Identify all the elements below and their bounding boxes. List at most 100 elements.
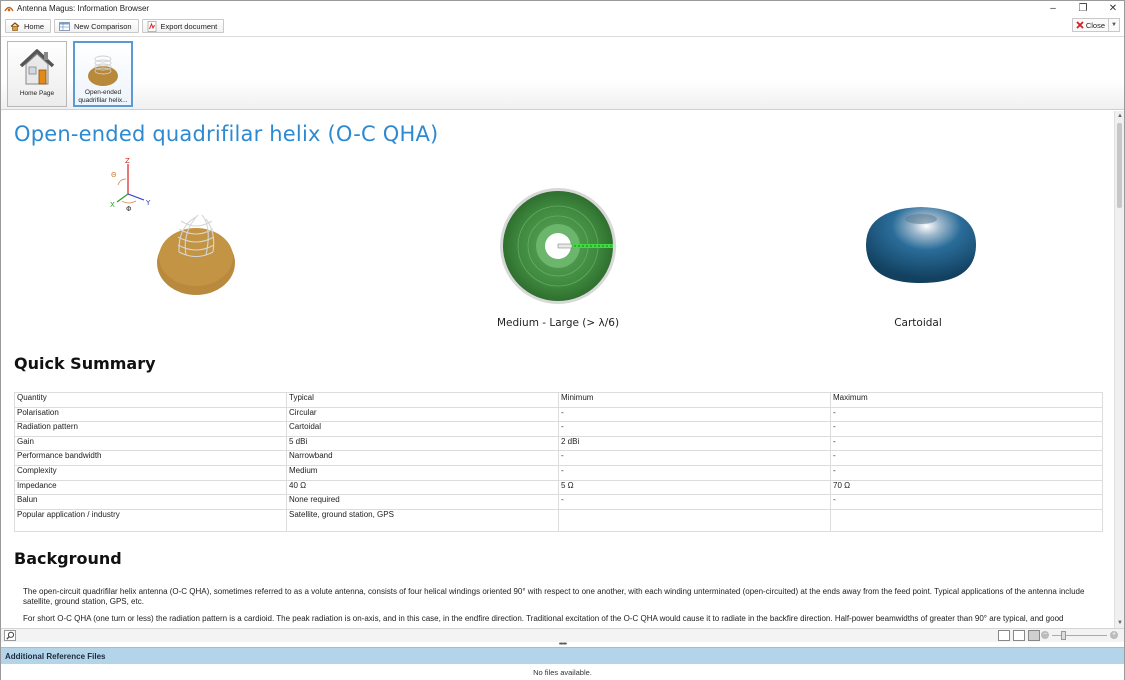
scroll-down-arrow-icon[interactable]: ▼	[1115, 618, 1125, 628]
table-cell: Balun	[14, 494, 287, 510]
tab-helix-label: Open-ended quadrifilar helix...	[78, 89, 128, 104]
table-cell: None required	[286, 494, 559, 510]
red-x-icon	[1076, 21, 1084, 29]
app-window: Antenna Magus: Information Browser – ❐ ✕…	[0, 0, 1125, 680]
export-document-button[interactable]: Export document	[141, 19, 225, 33]
close-dropdown-arrow-icon[interactable]: ▼	[1109, 19, 1119, 31]
z-axis-label: Z	[125, 157, 130, 165]
table-header-row: Quantity Typical Minimum Maximum	[14, 392, 1103, 408]
zoom-in-icon[interactable]: +	[1110, 631, 1118, 639]
single-page-view-icon[interactable]	[998, 630, 1010, 641]
table-cell: Gain	[14, 435, 287, 452]
table-row: Gain 5 dBi 2 dBi -	[14, 435, 1103, 452]
y-axis-label: Y	[145, 199, 151, 207]
table-cell: 5 Ω	[558, 479, 831, 496]
table-cell: -	[830, 421, 1103, 437]
find-button[interactable]	[4, 630, 16, 641]
table-cell: Radiation pattern	[14, 421, 287, 437]
table-cell: Narrowband	[286, 450, 559, 466]
size-caption: Medium - Large (> λ/6)	[496, 317, 620, 329]
table-header-cell: Minimum	[558, 392, 831, 408]
coordinate-axes-icon: Z Θ X Y Φ	[110, 157, 235, 295]
title-bar: Antenna Magus: Information Browser – ❐ ✕	[1, 1, 1124, 16]
table-row: Polarisation Circular - -	[14, 406, 1103, 423]
helix-model-icon	[157, 214, 235, 295]
table-cell: 5 dBi	[286, 435, 559, 452]
reference-files-header[interactable]: Additional Reference Files	[1, 647, 1124, 664]
table-cell: Medium	[286, 464, 559, 481]
antenna-size-figure	[498, 186, 618, 306]
table-cell: -	[830, 406, 1103, 423]
close-document-label: Close	[1085, 20, 1105, 30]
zoom-out-icon[interactable]: −	[1041, 631, 1049, 639]
antenna-geometry-figure: Z Θ X Y Φ	[106, 157, 256, 302]
window-title: Antenna Magus: Information Browser	[17, 4, 150, 13]
house-icon	[17, 46, 57, 88]
background-heading: Background	[14, 549, 122, 568]
new-comparison-label: New Comparison	[74, 21, 132, 31]
table-cell	[830, 508, 1103, 532]
tab-home-page-label: Home Page	[19, 90, 55, 97]
vertical-scrollbar[interactable]: ▲ ▼	[1114, 111, 1124, 628]
table-cell: Popular application / industry	[14, 508, 287, 532]
table-cell: Circular	[286, 406, 559, 423]
page-title: Open-ended quadrifilar helix (O-C QHA)	[14, 122, 439, 146]
document-tab-strip: Home Page Open-ended quadrifilar helix..…	[1, 36, 1124, 110]
tab-home-page[interactable]: Home Page	[7, 41, 67, 107]
continuous-view-icon[interactable]	[1028, 630, 1040, 641]
new-comparison-button[interactable]: New Comparison	[54, 19, 139, 33]
background-paragraph: For short O-C QHA (one turn or less) the…	[23, 614, 1064, 623]
table-cell: -	[558, 450, 831, 466]
scroll-up-arrow-icon[interactable]: ▲	[1115, 111, 1125, 121]
size-disc-icon	[500, 188, 616, 304]
table-cell: Impedance	[14, 479, 287, 496]
table-row: Impedance 40 Ω 5 Ω 70 Ω	[14, 479, 1103, 496]
table-cell: 70 Ω	[830, 479, 1103, 496]
table-cell: Complexity	[14, 464, 287, 481]
export-document-label: Export document	[160, 21, 218, 31]
table-cell: -	[558, 421, 831, 437]
zoom-control: − +	[1041, 630, 1118, 640]
phi-label: Φ	[126, 205, 132, 213]
table-cell: -	[830, 450, 1103, 466]
table-row: Complexity Medium - -	[14, 464, 1103, 481]
minimize-button[interactable]: –	[1048, 3, 1058, 15]
table-cell: 2 dBi	[558, 435, 831, 452]
table-row: Performance bandwidth Narrowband - -	[14, 450, 1103, 466]
home-button-label: Home	[24, 21, 45, 31]
x-axis-label: X	[110, 201, 115, 209]
reference-files-empty-message: No files available.	[1, 664, 1124, 680]
radiation-pattern-figure	[861, 201, 981, 286]
tab-open-ended-quadrifilar-helix[interactable]: Open-ended quadrifilar helix...	[73, 41, 133, 107]
table-row: Balun None required - -	[14, 494, 1103, 510]
helix-thumbnail-icon	[83, 47, 123, 87]
antenna-magus-logo-icon	[4, 6, 14, 11]
table-cell: -	[830, 464, 1103, 481]
background-paragraph: The open-circuit quadrifilar helix anten…	[23, 587, 1085, 606]
toolbar: Home New Comparison Export document Clos…	[1, 17, 1124, 35]
close-document-button[interactable]: Close	[1073, 19, 1109, 31]
table-cell: -	[830, 494, 1103, 510]
close-window-button[interactable]: ✕	[1108, 3, 1118, 15]
table-cell: Cartoidal	[286, 421, 559, 437]
pdf-icon	[147, 20, 156, 32]
theta-label: Θ	[111, 171, 117, 179]
magnifier-icon	[5, 631, 14, 640]
two-page-view-icon[interactable]	[1013, 630, 1025, 641]
table-cell: -	[830, 435, 1103, 452]
scrollbar-thumb[interactable]	[1117, 123, 1122, 208]
table-cell: -	[558, 464, 831, 481]
quick-summary-table: Quantity Typical Minimum Maximum Polaris…	[14, 392, 1103, 532]
zoom-slider-thumb[interactable]	[1061, 630, 1066, 640]
restore-button[interactable]: ❐	[1078, 3, 1088, 15]
table-cell: Polarisation	[14, 406, 287, 423]
table-header-cell: Maximum	[830, 392, 1103, 408]
table-cell: 40 Ω	[286, 479, 559, 496]
zoom-slider[interactable]	[1052, 630, 1107, 640]
document-status-bar: − +	[1, 628, 1124, 642]
window-controls: – ❐ ✕	[1048, 1, 1118, 16]
close-document-group: Close ▼	[1071, 18, 1120, 32]
table-row: Popular application / industry Satellite…	[14, 508, 1103, 532]
home-button[interactable]: Home	[5, 19, 52, 33]
table-cell: -	[558, 406, 831, 423]
